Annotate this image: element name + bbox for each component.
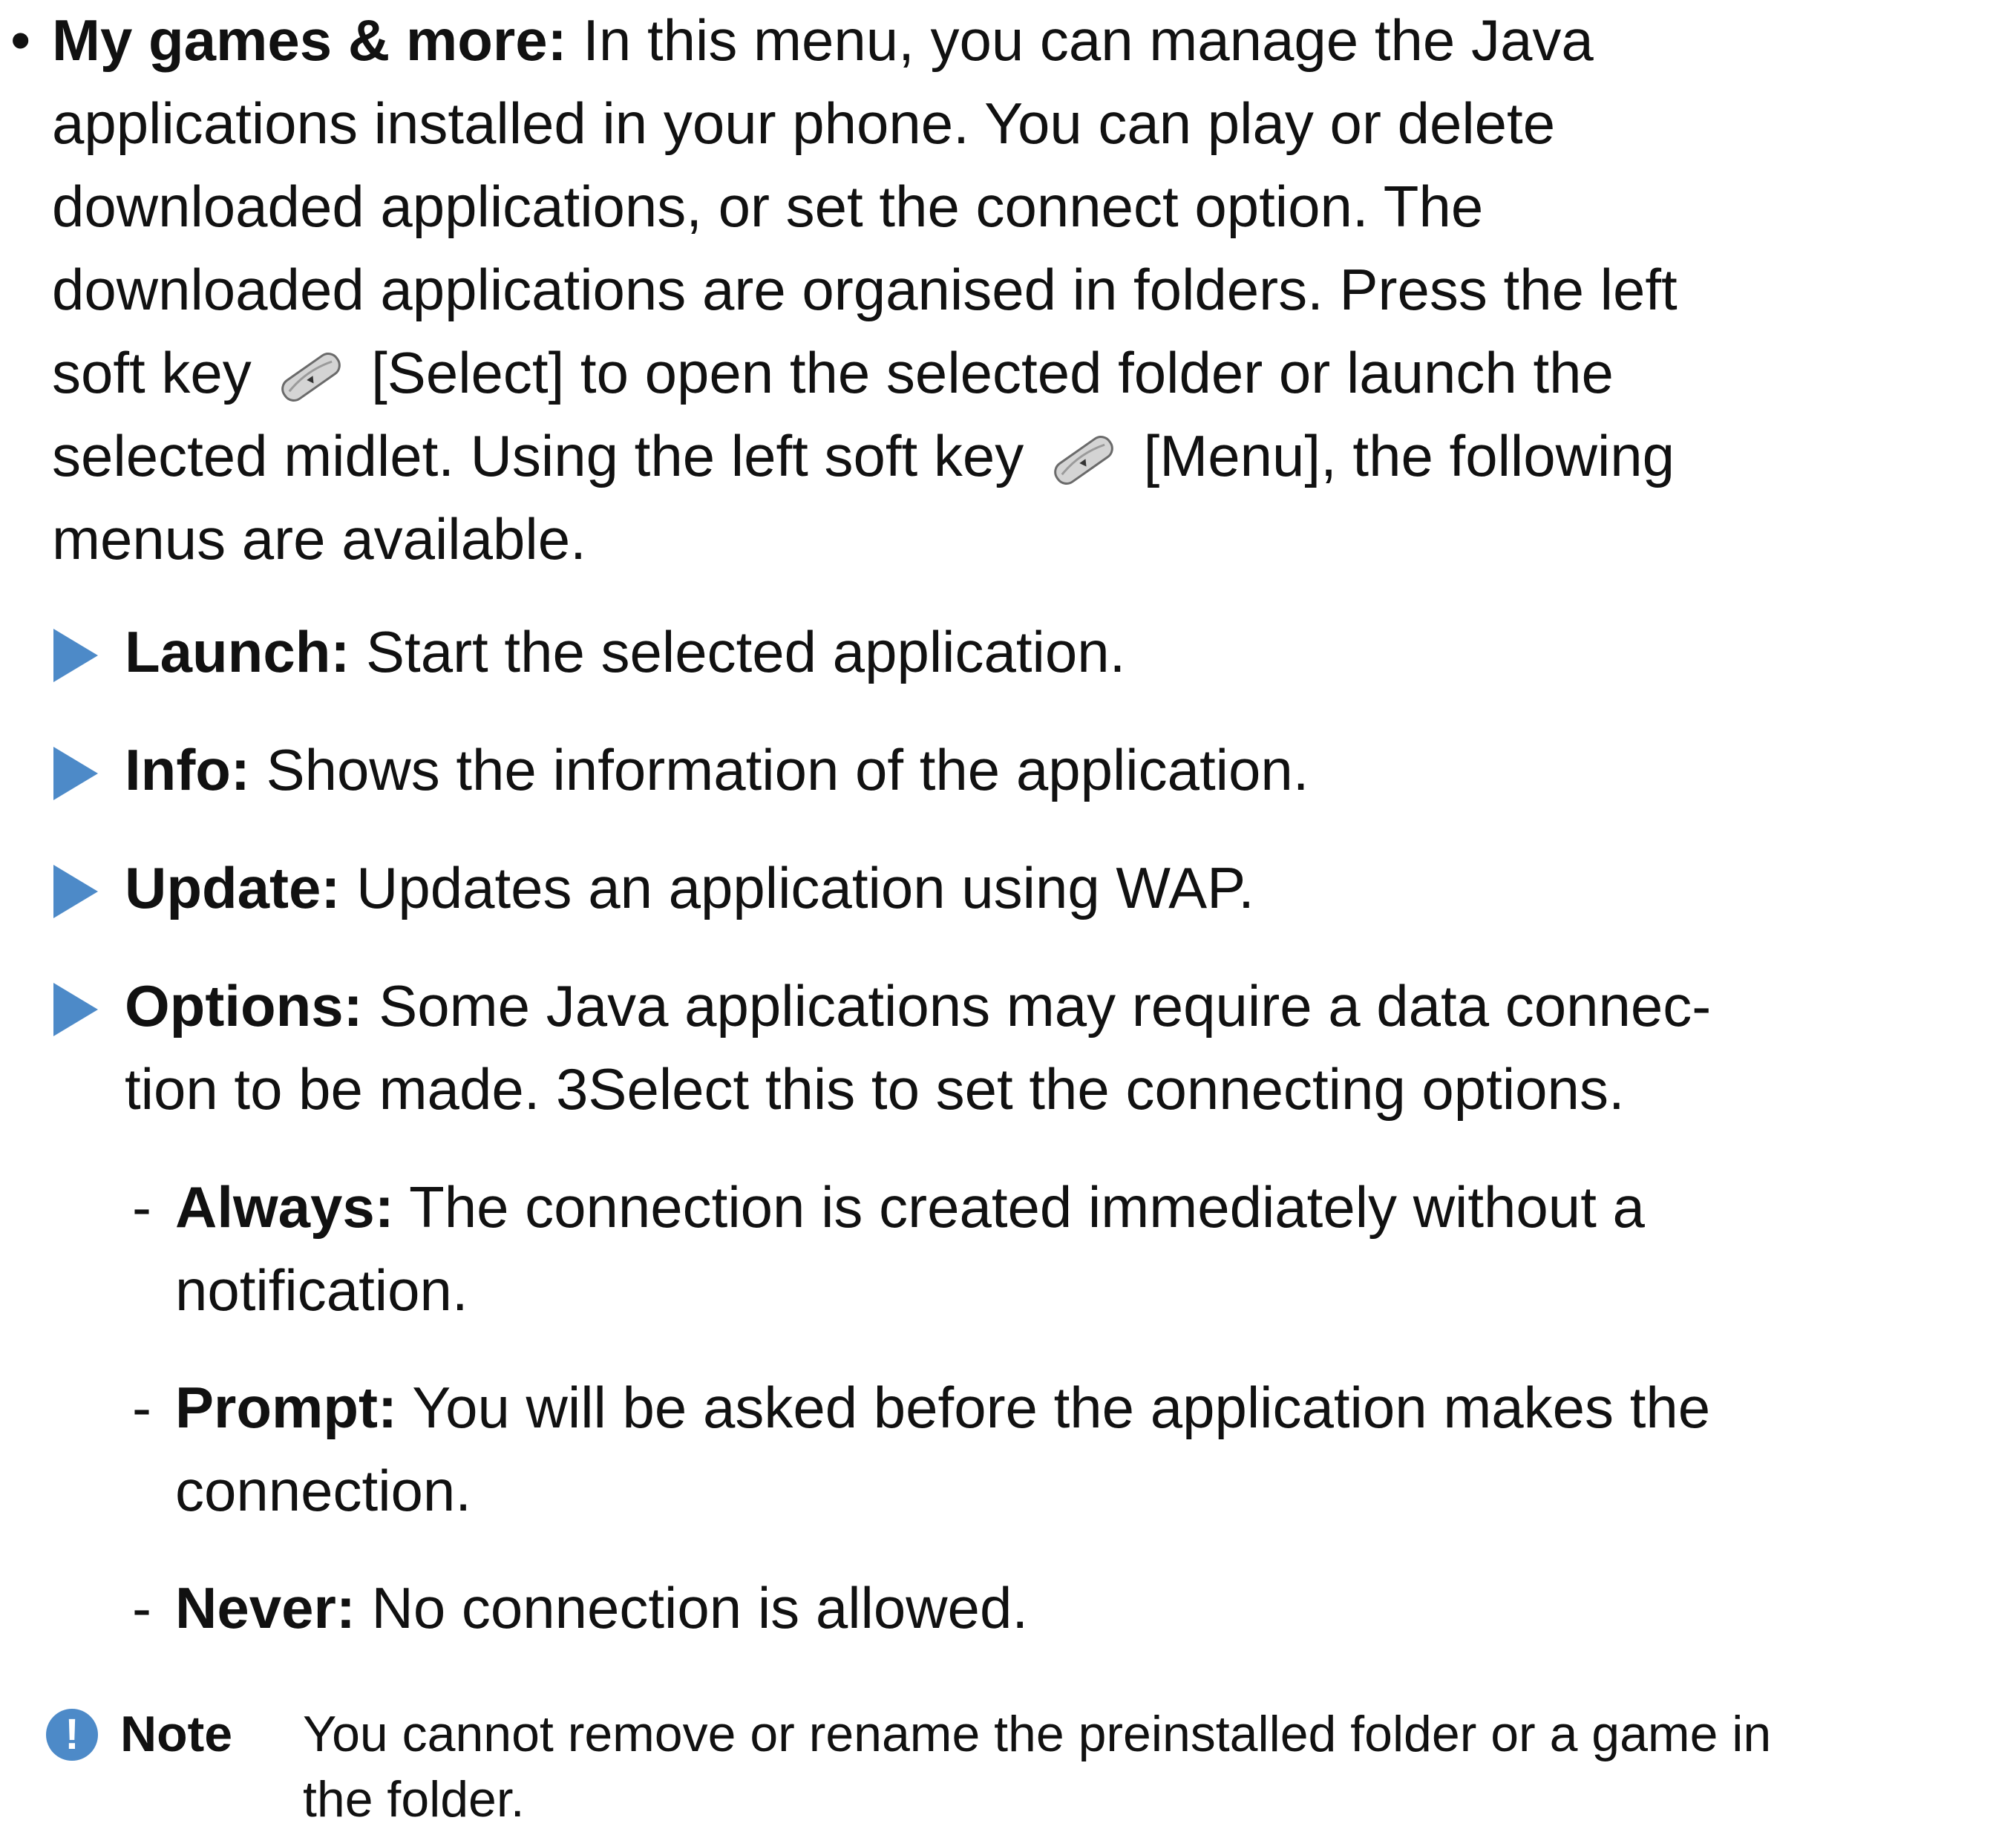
section-line-1: My games & more: In this menu, you can m… (52, 0, 1952, 82)
triangle-bullet-icon (53, 865, 98, 918)
note-exclamation-icon: ! (46, 1709, 98, 1761)
dash-marker: - (132, 1375, 151, 1440)
option-always: - Always: The connection is created imme… (0, 1165, 1971, 1332)
note-label: Note (120, 1706, 233, 1762)
section-text-1: In this menu, you can manage the Java (583, 7, 1594, 73)
option-prompt: - Prompt: You will be asked before the a… (0, 1366, 1971, 1532)
section-text-6a: selected midlet. Using the left soft key (52, 423, 1024, 488)
section-line-5: soft key [Select] to open the selected f… (52, 331, 1952, 414)
section-line-4: downloaded applications are organised in… (52, 257, 1678, 322)
left-soft-key-icon (270, 344, 352, 410)
sub-line-2: notification. (175, 1257, 468, 1323)
dash-marker: - (132, 1575, 151, 1640)
menu-item-launch: Launch: Start the selected application. (0, 610, 1971, 693)
note-box: ! Note You cannot remove or rename the p… (0, 1701, 1971, 1832)
sub-line: Never: No connection is allowed. (175, 1566, 1971, 1649)
sub-line: Prompt: You will be asked before the app… (175, 1366, 1971, 1449)
option-never: - Never: No connection is allowed. (0, 1566, 1971, 1649)
item-text: Updates an application using WAP. (356, 855, 1254, 920)
section-text-5b: [Select] to open the selected folder or … (371, 340, 1614, 405)
section-line-6: selected midlet. Using the left soft key… (52, 414, 1952, 497)
left-soft-key-icon (1043, 427, 1125, 494)
item-label: Info: (125, 737, 250, 802)
section-my-games: • My games & more: In this menu, you can… (0, 0, 1952, 580)
section-text-6b: [Menu], the following (1143, 423, 1675, 488)
bullet-dot: • (10, 7, 31, 73)
section-text-5a: soft key (52, 340, 252, 405)
item-line: Info: Shows the information of the appli… (125, 728, 1971, 811)
sub-text: You will be asked before the application… (412, 1375, 1711, 1440)
sub-text: No connection is allowed. (371, 1575, 1028, 1640)
section-line-2: applications installed in your phone. Yo… (52, 91, 1556, 156)
note-line-1: You cannot remove or rename the preinsta… (303, 1706, 1772, 1762)
section-line-3: downloaded applications, or set the conn… (52, 174, 1484, 239)
sub-label: Prompt: (175, 1375, 397, 1440)
sub-text: The connection is created immediately wi… (409, 1174, 1645, 1240)
item-text: Some Java applications may require a dat… (379, 973, 1712, 1038)
item-text: Start the selected application. (366, 619, 1126, 684)
menu-item-update: Update: Updates an application using WAP… (0, 846, 1971, 929)
item-label: Options: (125, 973, 363, 1038)
item-label: Update: (125, 855, 341, 920)
sub-line-2: connection. (175, 1458, 471, 1523)
triangle-bullet-icon (53, 629, 98, 682)
section-line-7: menus are available. (52, 506, 586, 572)
sub-label: Never: (175, 1575, 356, 1640)
connection-options-list: - Always: The connection is created imme… (0, 1165, 1971, 1649)
item-label: Launch: (125, 619, 350, 684)
menu-item-info: Info: Shows the information of the appli… (0, 728, 1971, 811)
sub-label: Always: (175, 1174, 394, 1240)
item-line: Options: Some Java applications may requ… (125, 964, 1971, 1047)
item-line: Launch: Start the selected application. (125, 610, 1971, 693)
menu-item-options: Options: Some Java applications may requ… (0, 964, 1971, 1131)
item-line: Update: Updates an application using WAP… (125, 846, 1971, 929)
note-line-2: the folder. (303, 1771, 525, 1828)
item-line-2: tion to be made. 3Select this to set the… (125, 1056, 1625, 1122)
item-text: Shows the information of the application… (266, 737, 1309, 802)
section-title: My games & more: (52, 7, 567, 73)
dash-marker: - (132, 1174, 151, 1240)
sub-line: Always: The connection is created immedi… (175, 1165, 1971, 1249)
triangle-bullet-icon (53, 747, 98, 800)
manual-page: • My games & more: In this menu, you can… (0, 0, 2016, 1828)
menu-items-list: Launch: Start the selected application. … (0, 610, 1971, 1131)
triangle-bullet-icon (53, 983, 98, 1036)
